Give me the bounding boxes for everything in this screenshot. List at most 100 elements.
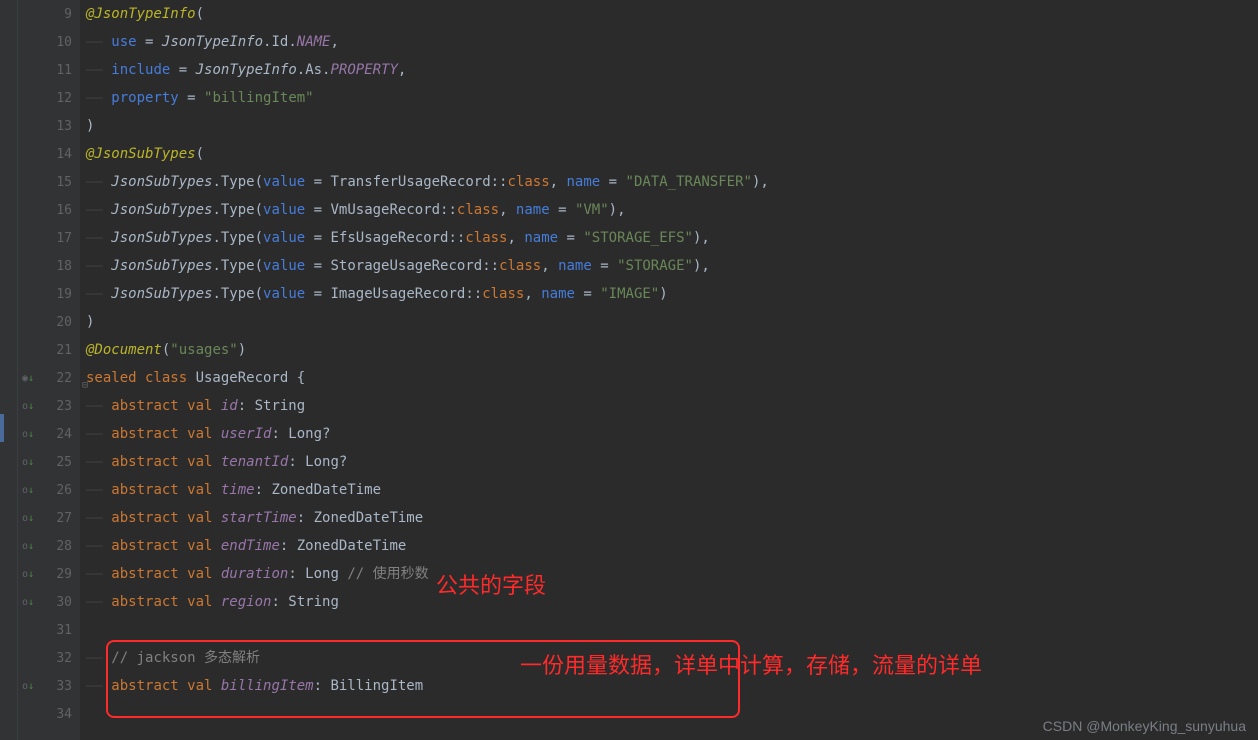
- code-area[interactable]: @JsonTypeInfo(—— use = JsonTypeInfo.Id.N…: [80, 0, 1258, 740]
- code-line[interactable]: —— abstract val endTime: ZonedDateTime: [86, 532, 1258, 560]
- token: .Id.: [263, 34, 297, 50]
- code-line[interactable]: —— abstract val userId: Long?: [86, 420, 1258, 448]
- indent-guide: ——: [86, 538, 111, 554]
- token: tenantId: [221, 454, 288, 470]
- line-number: 16: [56, 203, 72, 218]
- gutter-row[interactable]: o↓27: [18, 504, 80, 532]
- token: "IMAGE": [600, 286, 659, 302]
- code-line[interactable]: —— abstract val region: String: [86, 588, 1258, 616]
- indent-guide: ——: [86, 62, 111, 78]
- gutter-row[interactable]: 15: [18, 168, 80, 196]
- override-down-icon: o↓: [22, 680, 34, 692]
- line-number: 15: [56, 175, 72, 190]
- token: "billingItem": [204, 90, 314, 106]
- gutter-row[interactable]: 13: [18, 112, 80, 140]
- code-line[interactable]: —— abstract val time: ZonedDateTime: [86, 476, 1258, 504]
- line-number: 9: [64, 7, 72, 22]
- token: @JsonTypeInfo: [86, 6, 196, 22]
- gutter[interactable]: 9101112131415161718192021◉↓22o↓23o↓24o↓2…: [18, 0, 80, 740]
- gutter-row[interactable]: 14: [18, 140, 80, 168]
- token: ,: [330, 34, 338, 50]
- token: region: [221, 594, 272, 610]
- token: "usages": [170, 342, 237, 358]
- token: ),: [609, 202, 626, 218]
- code-line[interactable]: ): [86, 308, 1258, 336]
- gutter-row[interactable]: 21: [18, 336, 80, 364]
- code-line[interactable]: —— property = "billingItem": [86, 84, 1258, 112]
- gutter-row[interactable]: 20: [18, 308, 80, 336]
- left-marker: [0, 414, 4, 442]
- token: use: [111, 34, 136, 50]
- code-line[interactable]: @Document("usages"): [86, 336, 1258, 364]
- gutter-row[interactable]: 31: [18, 616, 80, 644]
- code-line[interactable]: ): [86, 112, 1258, 140]
- override-down-icon: o↓: [22, 428, 34, 440]
- token: JsonSubTypes: [111, 230, 212, 246]
- gutter-row[interactable]: 9: [18, 0, 80, 28]
- gutter-row[interactable]: ◉↓22: [18, 364, 80, 392]
- gutter-row[interactable]: 11: [18, 56, 80, 84]
- token: JsonTypeInfo: [162, 34, 263, 50]
- token: id: [221, 398, 238, 414]
- code-line[interactable]: [86, 616, 1258, 644]
- indent-guide: ——: [86, 510, 111, 526]
- gutter-row[interactable]: 19: [18, 280, 80, 308]
- gutter-row[interactable]: o↓24: [18, 420, 80, 448]
- gutter-row[interactable]: 10: [18, 28, 80, 56]
- line-number: 12: [56, 91, 72, 106]
- gutter-row[interactable]: o↓30: [18, 588, 80, 616]
- line-number: 13: [56, 119, 72, 134]
- gutter-row[interactable]: 18: [18, 252, 80, 280]
- indent-guide: ——: [86, 426, 111, 442]
- token: abstract val: [111, 678, 221, 694]
- code-line[interactable]: —— include = JsonTypeInfo.As.PROPERTY,: [86, 56, 1258, 84]
- code-line[interactable]: —— abstract val startTime: ZonedDateTime: [86, 504, 1258, 532]
- code-line[interactable]: —— abstract val tenantId: Long?: [86, 448, 1258, 476]
- code-line[interactable]: —— use = JsonTypeInfo.Id.NAME,: [86, 28, 1258, 56]
- gutter-row[interactable]: o↓29: [18, 560, 80, 588]
- override-down-icon: o↓: [22, 568, 34, 580]
- code-line[interactable]: —— abstract val id: String: [86, 392, 1258, 420]
- left-strip: [0, 0, 18, 740]
- line-number: 34: [56, 707, 72, 722]
- gutter-row[interactable]: o↓26: [18, 476, 80, 504]
- token: (: [196, 6, 204, 22]
- token: JsonSubTypes: [111, 286, 212, 302]
- gutter-row[interactable]: o↓28: [18, 532, 80, 560]
- indent-guide: ——: [86, 174, 111, 190]
- token: abstract val: [111, 454, 221, 470]
- gutter-row[interactable]: 34: [18, 700, 80, 728]
- token: ),: [752, 174, 769, 190]
- code-line[interactable]: —— abstract val billingItem: BillingItem: [86, 672, 1258, 700]
- code-line[interactable]: —— JsonSubTypes.Type(value = EfsUsageRec…: [86, 224, 1258, 252]
- token: (: [196, 146, 204, 162]
- token: "STORAGE": [617, 258, 693, 274]
- code-line[interactable]: —— abstract val duration: Long // 使用秒数: [86, 560, 1258, 588]
- gutter-row[interactable]: o↓23: [18, 392, 80, 420]
- code-editor[interactable]: 9101112131415161718192021◉↓22o↓23o↓24o↓2…: [0, 0, 1258, 740]
- code-line[interactable]: —— JsonSubTypes.Type(value = StorageUsag…: [86, 252, 1258, 280]
- code-line[interactable]: —— JsonSubTypes.Type(value = TransferUsa…: [86, 168, 1258, 196]
- code-line[interactable]: ⊟sealed class UsageRecord {: [86, 364, 1258, 392]
- gutter-row[interactable]: o↓33: [18, 672, 80, 700]
- token: =: [575, 286, 600, 302]
- token: : Long?: [288, 454, 347, 470]
- code-line[interactable]: @JsonTypeInfo(: [86, 0, 1258, 28]
- token: abstract val: [111, 426, 221, 442]
- indent-guide: ——: [86, 594, 111, 610]
- code-line[interactable]: —— JsonSubTypes.Type(value = ImageUsageR…: [86, 280, 1258, 308]
- code-line[interactable]: @JsonSubTypes(: [86, 140, 1258, 168]
- gutter-row[interactable]: 17: [18, 224, 80, 252]
- token: ): [659, 286, 667, 302]
- code-line[interactable]: —— JsonSubTypes.Type(value = VmUsageReco…: [86, 196, 1258, 224]
- line-number: 11: [56, 63, 72, 78]
- line-number: 25: [56, 455, 72, 470]
- gutter-row[interactable]: 32: [18, 644, 80, 672]
- line-number: 18: [56, 259, 72, 274]
- indent-guide: ——: [86, 286, 111, 302]
- gutter-row[interactable]: 12: [18, 84, 80, 112]
- token: : String: [238, 398, 305, 414]
- gutter-row[interactable]: o↓25: [18, 448, 80, 476]
- code-line[interactable]: —— // jackson 多态解析: [86, 644, 1258, 672]
- gutter-row[interactable]: 16: [18, 196, 80, 224]
